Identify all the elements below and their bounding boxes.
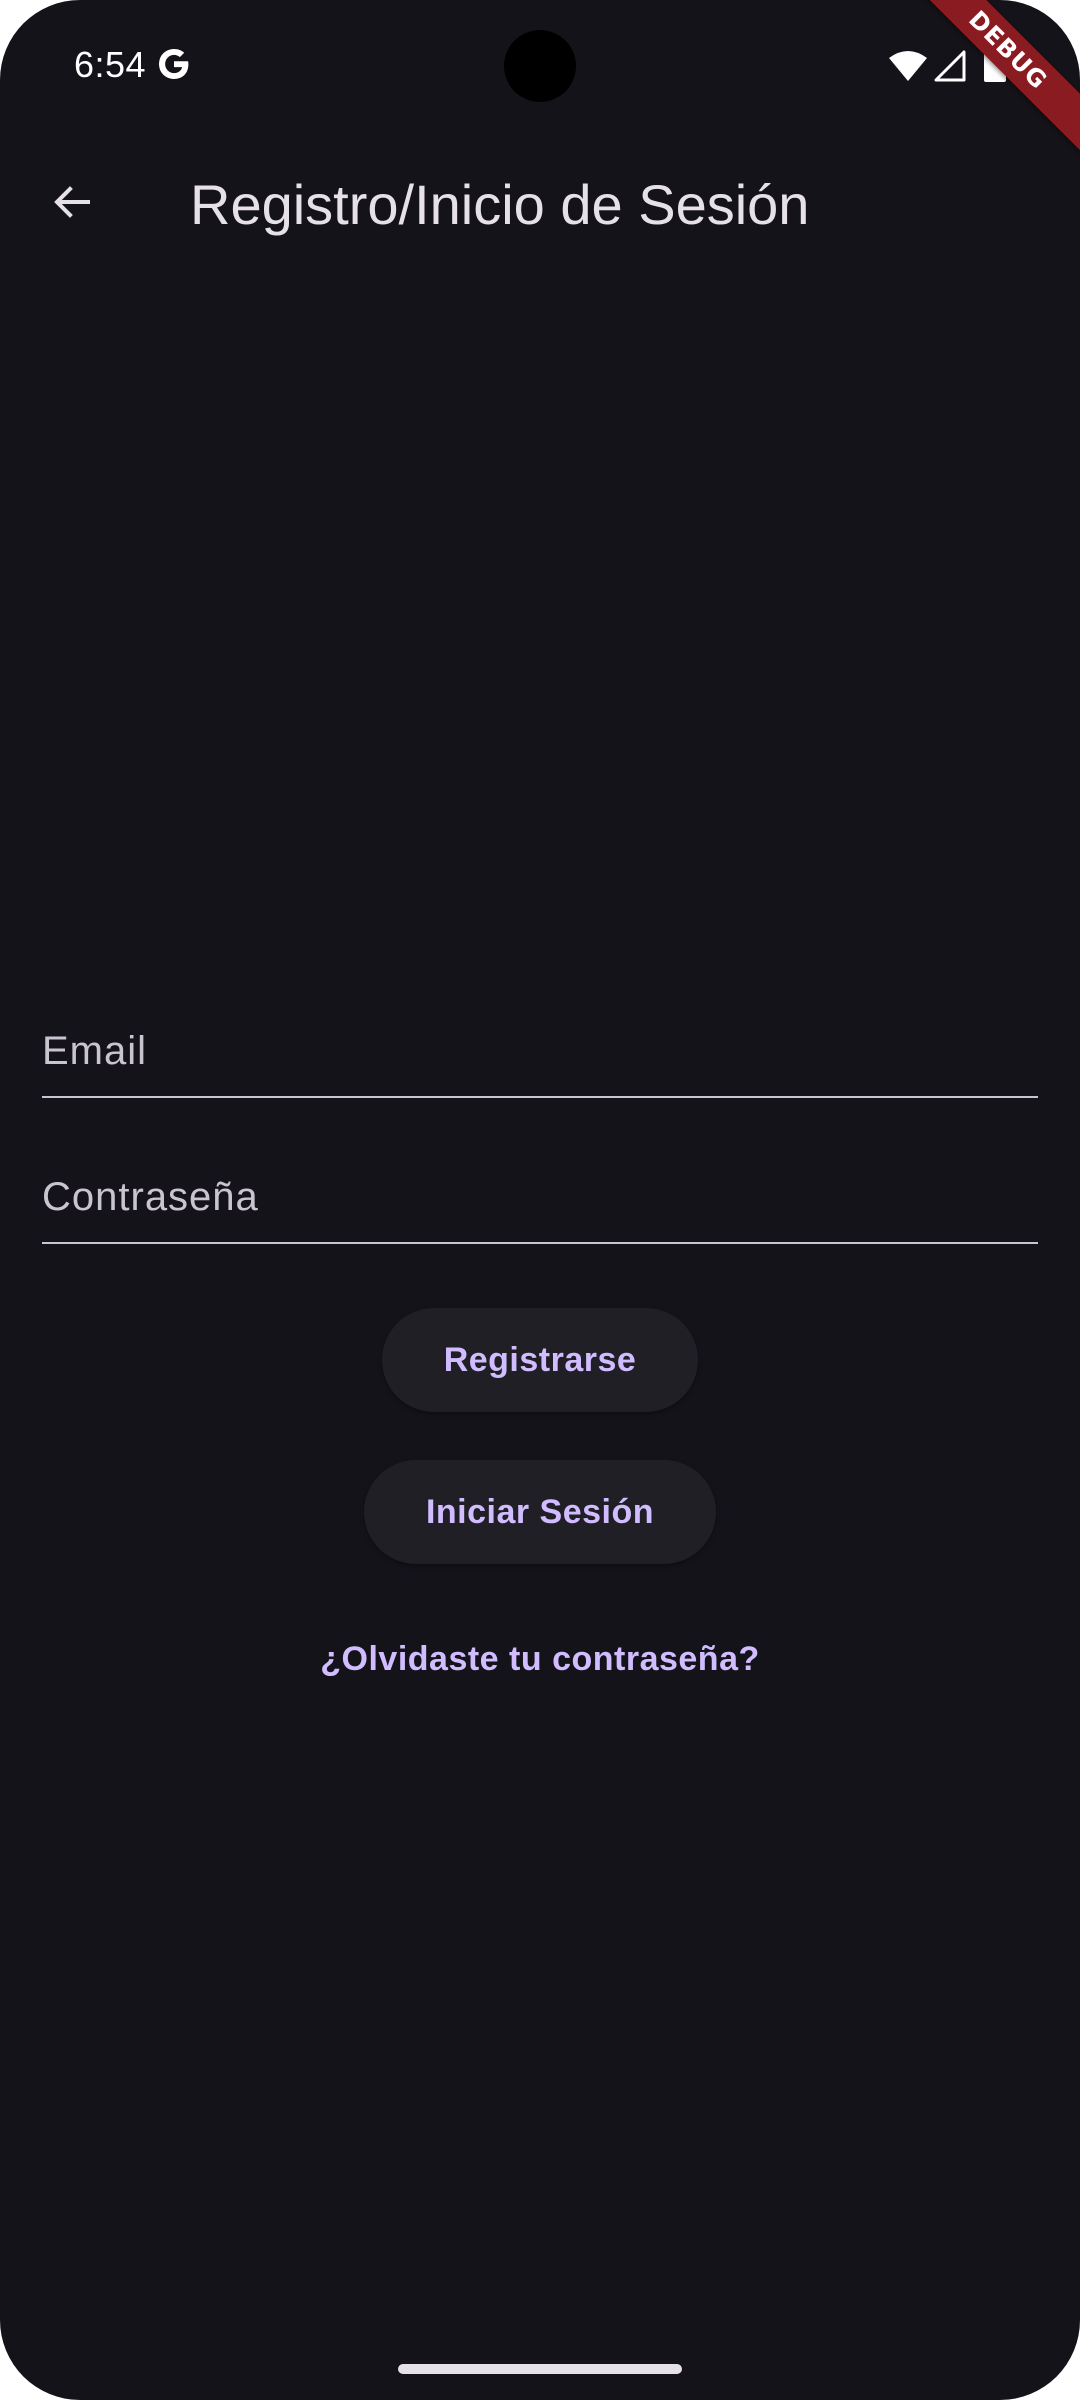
- register-button[interactable]: Registrarse: [382, 1308, 698, 1412]
- app-bar: Registro/Inicio de Sesión: [0, 134, 1080, 274]
- wifi-icon: [888, 50, 928, 82]
- email-field[interactable]: [42, 986, 1038, 1096]
- back-button[interactable]: [32, 164, 112, 244]
- login-button[interactable]: Iniciar Sesión: [364, 1460, 716, 1564]
- home-indicator[interactable]: [398, 2364, 682, 2374]
- password-field-container: [42, 1132, 1038, 1244]
- google-icon: [156, 46, 192, 82]
- email-field-container: [42, 986, 1038, 1098]
- password-field[interactable]: [42, 1132, 1038, 1242]
- signal-icon: [934, 50, 966, 82]
- arrow-back-icon: [48, 178, 96, 231]
- status-bar: 6:54: [0, 0, 1080, 134]
- page-title: Registro/Inicio de Sesión: [190, 173, 810, 236]
- app-screen: 6:54 DEBUG Registro/Inicio de Sesión Ema…: [0, 0, 1080, 2400]
- camera-cutout: [504, 30, 576, 102]
- status-time: 6:54: [74, 44, 147, 85]
- forgot-password-link[interactable]: ¿Olvidaste tu contraseña?: [0, 1640, 1080, 1679]
